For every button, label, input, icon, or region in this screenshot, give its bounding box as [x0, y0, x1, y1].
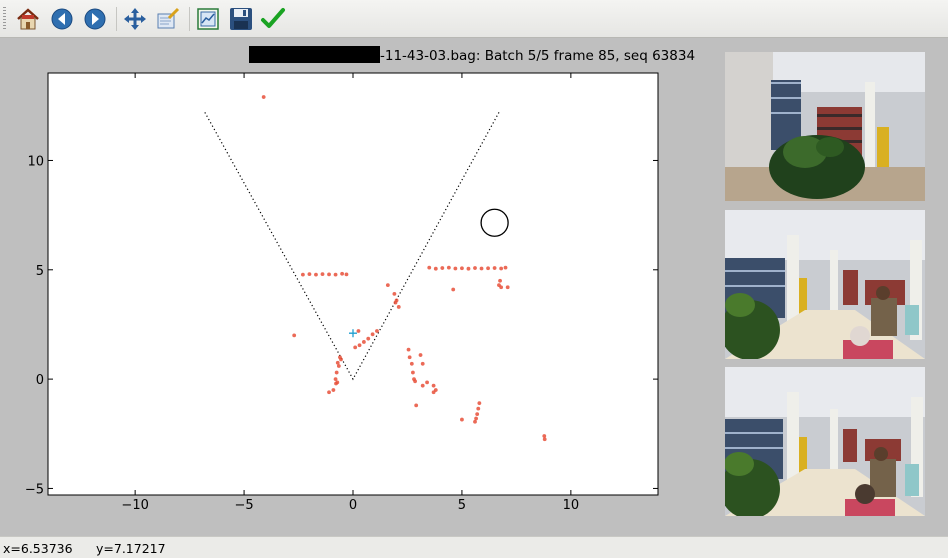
scan-point [320, 272, 325, 277]
scan-point [340, 271, 345, 276]
scan-point [356, 329, 361, 333]
scan-point [335, 380, 340, 385]
scan-point [427, 265, 432, 270]
scan-point [338, 355, 342, 360]
scan-point [414, 403, 419, 408]
scan-point [393, 300, 398, 305]
scan-point [406, 347, 411, 352]
scan-point [331, 388, 336, 392]
scan-point [433, 266, 438, 271]
cursor-y-readout: y=7.17217 [96, 541, 166, 556]
scan-point [413, 379, 417, 384]
scan-point [475, 412, 480, 416]
x-tick-label: 0 [349, 498, 357, 513]
scan-point [440, 266, 445, 270]
scan-point [474, 416, 478, 421]
scan-point [366, 336, 371, 341]
scan-point [375, 329, 379, 333]
scan-point [333, 377, 338, 382]
scan-point [476, 406, 481, 411]
scan-point [420, 361, 425, 366]
camera-image-3 [725, 367, 925, 516]
scan-point [396, 305, 401, 309]
camera-image-2 [725, 210, 925, 359]
camera-image-1 [725, 52, 925, 201]
scan-point [300, 272, 305, 277]
scan-point [407, 355, 412, 360]
scan-point [357, 343, 362, 348]
scan-point [334, 370, 339, 375]
y-tick-label: −5 [25, 482, 44, 497]
scan-point [486, 266, 490, 271]
plot-area[interactable] [47, 72, 659, 496]
scan-point [466, 266, 471, 271]
scan-point [409, 361, 414, 366]
scan-point [307, 272, 312, 277]
scan-point [292, 333, 297, 338]
scan-point [425, 380, 429, 385]
scan-point [385, 283, 390, 287]
scan-point [473, 419, 477, 424]
status-bar: x=6.53736 y=7.17217 [0, 536, 948, 558]
scan-point [460, 417, 464, 422]
scan-point [503, 265, 508, 270]
scan-point [327, 272, 331, 277]
cursor-x-readout: x=6.53736 [3, 541, 73, 556]
scan-point [336, 364, 341, 368]
x-tick-label: −10 [121, 498, 148, 513]
y-tick-label: 0 [36, 373, 44, 388]
scan-point [479, 266, 484, 271]
scan-point [451, 287, 456, 292]
scan-point [353, 345, 358, 350]
x-tick-label: 5 [458, 498, 466, 513]
scan-point [370, 332, 375, 337]
camera-view-2 [725, 210, 925, 359]
scan-point [333, 272, 338, 277]
scan-point [327, 390, 331, 395]
scan-point [261, 95, 266, 99]
scan-point [446, 265, 451, 270]
x-tick-label: 10 [563, 498, 580, 513]
scan-point [499, 285, 504, 290]
y-tick-label: 5 [36, 264, 44, 279]
scan-point [473, 266, 477, 270]
x-tick-label: −5 [234, 498, 253, 513]
camera-view-3 [725, 367, 925, 516]
scan-point [335, 360, 340, 365]
scan-point [392, 291, 397, 296]
scan-point [477, 401, 482, 406]
camera-view-1 [725, 52, 925, 201]
scan-point [499, 266, 504, 271]
scan-point [431, 390, 436, 395]
scan-point [344, 272, 349, 277]
scan-point [418, 353, 423, 357]
scan-point [361, 340, 366, 344]
scan-point [498, 278, 502, 283]
scan-point [431, 383, 436, 388]
scan-point [453, 266, 458, 271]
scan-point [492, 266, 497, 270]
scan-point [542, 437, 547, 442]
y-tick-label: 10 [27, 154, 44, 169]
scan-point [314, 272, 318, 277]
scan-point [505, 285, 510, 290]
scan-point [542, 434, 547, 438]
scan-point [460, 266, 464, 271]
scan-point [411, 370, 415, 375]
scan-point [420, 383, 425, 388]
